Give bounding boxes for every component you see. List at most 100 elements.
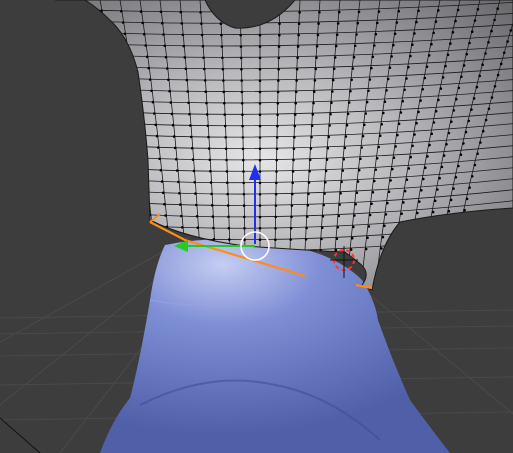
- wire-vertex: [375, 157, 379, 160]
- wire-vertex: [295, 67, 299, 71]
- wire-vertex: [395, 246, 398, 249]
- wire-vertex: [139, 10, 143, 13]
- wire-vertex: [397, 122, 401, 126]
- 3d-viewport[interactable]: [0, 0, 513, 453]
- wire-vertex: [460, 220, 464, 223]
- wire-vertex: [328, 124, 331, 127]
- wire-vertex: [427, 233, 431, 237]
- wire-vertex: [158, 157, 161, 161]
- wire-vertex: [89, 54, 93, 57]
- wire-vertex: [258, 11, 262, 14]
- wire-vertex: [154, 123, 157, 127]
- wire-vertex: [80, 9, 83, 12]
- wire-vertex: [324, 169, 328, 173]
- wire-vertex: [208, 158, 212, 162]
- wire-vertex: [239, 33, 242, 37]
- shirt-mesh[interactable]: [100, 239, 450, 453]
- wire-vertex: [98, 99, 101, 102]
- wire-vertex: [439, 87, 443, 90]
- wire-vertex: [392, 156, 396, 159]
- wire-vertex: [104, 32, 107, 35]
- wire-vertex: [278, 22, 281, 26]
- wire-vertex: [290, 204, 294, 207]
- wire-vertex: [77, 87, 81, 90]
- wire-vertex: [172, 135, 176, 138]
- wire-vertex: [239, 22, 242, 26]
- wire-vertex: [258, 204, 262, 207]
- wire-vertex: [277, 45, 281, 48]
- wire-vertex: [452, 187, 455, 190]
- wire-vertex: [274, 192, 278, 196]
- wire-vertex: [380, 247, 383, 250]
- wire-vertex: [227, 226, 231, 230]
- wire-vertex: [350, 236, 354, 240]
- wire-vertex: [275, 136, 279, 139]
- wire-vertex: [274, 238, 277, 241]
- wire-vertex: [141, 157, 145, 160]
- wire-vertex: [278, 33, 281, 37]
- wire-vertex: [128, 179, 131, 182]
- wire-vertex: [459, 153, 463, 156]
- wire-vertex: [306, 204, 310, 207]
- wire-vertex: [117, 212, 120, 215]
- wire-vertex: [242, 204, 246, 207]
- wire-vertex: [131, 201, 134, 205]
- wire-vertex: [290, 215, 293, 219]
- wire-vertex: [332, 67, 336, 71]
- wire-vertex: [258, 181, 262, 185]
- wire-vertex: [432, 121, 436, 124]
- wire-vertex: [355, 33, 358, 36]
- wire-vertex: [102, 121, 105, 125]
- wire-vertex: [403, 88, 406, 92]
- wire-vertex: [323, 192, 326, 195]
- wire-vertex: [412, 234, 415, 237]
- wire-vertex: [242, 192, 246, 196]
- wire-vertex: [205, 113, 209, 116]
- wire-vertex: [415, 20, 418, 24]
- wire-vertex: [451, 31, 455, 34]
- wire-vertex: [161, 21, 164, 25]
- wire-vertex: [210, 192, 213, 196]
- wire-vertex: [478, 74, 482, 78]
- wire-vertex: [403, 189, 407, 193]
- wire-vertex: [315, 45, 319, 48]
- wire-vertex: [193, 181, 196, 184]
- wire-vertex: [225, 158, 228, 162]
- wire-vertex: [416, 211, 419, 215]
- wire-vertex: [185, 78, 189, 82]
- wire-vertex: [132, 89, 135, 92]
- wire-vertex: [411, 144, 414, 148]
- wire-vertex: [258, 238, 262, 241]
- wire-vertex: [258, 136, 262, 139]
- wire-vertex: [342, 157, 346, 161]
- wire-vertex: [119, 122, 123, 126]
- wire-vertex: [223, 113, 227, 116]
- wire-vertex: [241, 147, 245, 151]
- wire-vertex: [275, 158, 279, 162]
- wire-vertex: [75, 76, 79, 79]
- wire-vertex: [314, 67, 318, 71]
- wire-vertex: [222, 79, 225, 82]
- wire-vertex: [180, 214, 183, 218]
- wire-vertex: [457, 164, 460, 168]
- wire-vertex: [310, 135, 313, 139]
- wire-vertex: [344, 135, 348, 138]
- wire-vertex: [118, 223, 122, 227]
- wire-vertex: [188, 112, 191, 116]
- wire-vertex: [105, 234, 108, 237]
- wire-vertex: [186, 90, 189, 93]
- wire-vertex: [305, 215, 309, 218]
- wire-vertex: [499, 62, 503, 66]
- viewport-scene[interactable]: [0, 0, 513, 453]
- wire-vertex: [402, 201, 405, 204]
- wire-vertex: [275, 181, 278, 185]
- wire-vertex: [396, 235, 400, 238]
- wire-vertex: [179, 203, 182, 206]
- wire-vertex: [450, 120, 453, 123]
- wire-vertex: [137, 123, 140, 126]
- wire-vertex: [114, 88, 117, 92]
- wire-vertex: [106, 144, 109, 148]
- wire-vertex: [87, 42, 90, 46]
- wire-vertex: [192, 169, 196, 173]
- wire-vertex: [111, 178, 115, 181]
